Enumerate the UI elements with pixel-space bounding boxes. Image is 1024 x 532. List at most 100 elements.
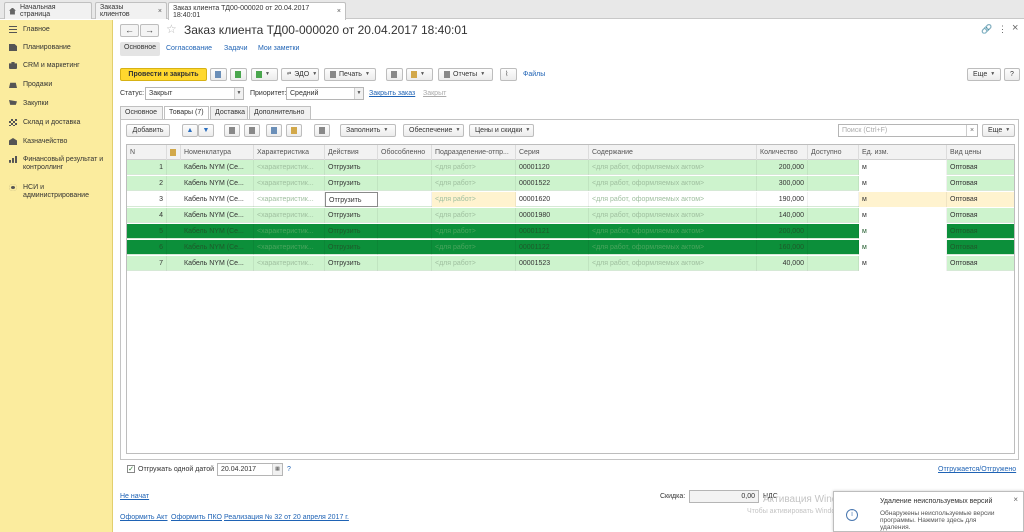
cell-characteristic[interactable]: <характеристик... <box>254 160 325 175</box>
favorite-star-icon[interactable]: ☆ <box>166 22 177 36</box>
cell-series[interactable]: 00001620 <box>516 192 589 207</box>
sidebar-item-admin[interactable]: НСИ и администрирование <box>0 184 100 200</box>
close-icon[interactable]: × <box>337 8 341 15</box>
tab-home[interactable]: Начальная страница <box>4 2 92 19</box>
cell-action[interactable]: Отгрузить <box>325 240 378 255</box>
cell-item[interactable]: Кабель NYM (Се... <box>181 160 254 175</box>
cell-separate[interactable] <box>378 208 432 223</box>
cell-content[interactable]: <для работ, оформляемых актом> <box>589 192 757 207</box>
column-separate[interactable]: Обособленно <box>378 145 432 160</box>
table-row[interactable]: 7 Кабель NYM (Се... <характеристик... Отгру… <box>127 256 1014 271</box>
edo-button[interactable]: ⇄ ЭДО ▼ <box>281 68 319 81</box>
move-down-button[interactable]: ▼ <box>198 124 214 137</box>
cell-available[interactable] <box>808 208 859 223</box>
cell-item[interactable]: Кабель NYM (Се... <box>181 240 254 255</box>
cell-item[interactable]: Кабель NYM (Се... <box>181 192 254 207</box>
cell-separate[interactable] <box>378 160 432 175</box>
cell-department[interactable]: <для работ> <box>432 240 516 255</box>
table-row[interactable]: 6 Кабель NYM (Се... <характеристик... Отгру… <box>127 240 1014 255</box>
cell-action[interactable]: Отгрузить <box>325 208 378 223</box>
barcode-button[interactable] <box>314 124 330 137</box>
column-actions[interactable]: Действия <box>325 145 378 160</box>
subnav-tasks[interactable]: Задачи <box>224 45 248 52</box>
sidebar-item-purchases[interactable]: Закупки <box>0 100 113 108</box>
table-row[interactable]: 4 Кабель NYM (Се... <характеристик... Отгру… <box>127 208 1014 223</box>
cell-department[interactable]: <для работ> <box>432 160 516 175</box>
tab-delivery[interactable]: Доставка <box>210 106 248 119</box>
select-button[interactable] <box>286 124 302 137</box>
table-row[interactable]: 2 Кабель NYM (Се... <характеристик... Отгру… <box>127 176 1014 191</box>
cell-department[interactable]: <для работ> <box>432 224 516 239</box>
add-button[interactable]: Добавить <box>126 124 170 137</box>
post-and-close-button[interactable]: Провести и закрыть <box>120 68 207 81</box>
copy-button[interactable] <box>224 124 240 137</box>
cell-content[interactable]: <для работ, оформляемых актом> <box>589 256 757 271</box>
cell-available[interactable] <box>808 240 859 255</box>
priority-select[interactable]: Средний ▼ <box>286 87 364 100</box>
column-flag[interactable] <box>167 145 181 160</box>
subnav-main[interactable]: Основное <box>120 42 161 56</box>
cell-series[interactable]: 00001120 <box>516 160 589 175</box>
cell-item[interactable]: Кабель NYM (Се... <box>181 208 254 223</box>
cell-quantity[interactable]: 40,000 <box>757 256 808 271</box>
cell-series[interactable]: 00001523 <box>516 256 589 271</box>
cell-quantity[interactable]: 200,000 <box>757 224 808 239</box>
cell-action[interactable]: Отгрузить <box>325 192 378 207</box>
cell-department[interactable]: <для работ> <box>432 256 516 271</box>
tab-goods[interactable]: Товары (7) <box>164 106 209 120</box>
cell-action[interactable]: Отгрузить <box>325 224 378 239</box>
ship-date-input[interactable]: 20.04.2017 ▦ <box>217 463 283 476</box>
print-button[interactable]: Печать ▼ <box>324 68 376 81</box>
cell-unit[interactable]: м <box>859 256 947 271</box>
cell-quantity[interactable]: 190,000 <box>757 192 808 207</box>
cell-characteristic[interactable]: <характеристик... <box>254 240 325 255</box>
close-icon[interactable]: × <box>158 8 162 15</box>
cell-n[interactable]: 4 <box>127 208 167 223</box>
cell-unit[interactable]: м <box>859 160 947 175</box>
help-button[interactable]: ? <box>1004 68 1020 81</box>
cell-characteristic[interactable]: <характеристик... <box>254 256 325 271</box>
create-based-button[interactable]: ▼ <box>251 68 278 81</box>
cell-series[interactable]: 00001122 <box>516 240 589 255</box>
files-link[interactable]: Файлы <box>523 71 545 78</box>
cell-price-type[interactable]: Оптовая <box>947 256 1014 271</box>
dropdown-icon[interactable]: ▼ <box>234 88 243 99</box>
cell-available[interactable] <box>808 224 859 239</box>
cell-separate[interactable] <box>378 176 432 191</box>
tab-order[interactable]: Заказ клиента ТД00-000020 от 20.04.2017 … <box>168 2 346 20</box>
cell-n[interactable]: 2 <box>127 176 167 191</box>
cell-department[interactable]: <для работ> <box>432 208 516 223</box>
cell-series[interactable]: 00001121 <box>516 224 589 239</box>
more-button[interactable]: Еще ▼ <box>967 68 1001 81</box>
cell-price-type[interactable]: Оптовая <box>947 208 1014 223</box>
sidebar-item-sales[interactable]: Продажи <box>0 81 113 89</box>
cell-unit[interactable]: м <box>859 240 947 255</box>
cell-item[interactable]: Кабель NYM (Се... <box>181 256 254 271</box>
forward-button[interactable]: → <box>140 24 159 37</box>
cell-quantity[interactable]: 200,000 <box>757 160 808 175</box>
cell-n[interactable]: 7 <box>127 256 167 271</box>
cell-item[interactable]: Кабель NYM (Се... <box>181 224 254 239</box>
subnav-approval[interactable]: Согласование <box>166 45 212 52</box>
close-window-icon[interactable]: × <box>1012 22 1018 34</box>
cell-characteristic[interactable]: <характеристик... <box>254 192 325 207</box>
attach-button[interactable]: ⌇ <box>500 68 517 81</box>
link-icon[interactable]: 🔗 <box>981 24 992 35</box>
column-content[interactable]: Содержание <box>589 145 757 160</box>
cell-available[interactable] <box>808 160 859 175</box>
cell-characteristic[interactable]: <характеристик... <box>254 208 325 223</box>
column-characteristic[interactable]: Характеристика <box>254 145 325 160</box>
column-item[interactable]: Номенклатура <box>181 145 254 160</box>
column-price-type[interactable]: Вид цены <box>947 145 1014 160</box>
column-quantity[interactable]: Количество <box>757 145 808 160</box>
cell-quantity[interactable]: 160,000 <box>757 240 808 255</box>
cell-content[interactable]: <для работ, оформляемых актом> <box>589 160 757 175</box>
create-act-link[interactable]: Оформить Акт <box>120 514 168 521</box>
sidebar-item-main[interactable]: Главное <box>0 26 113 34</box>
subnav-notes[interactable]: Мои заметки <box>258 45 299 52</box>
cell-separate[interactable] <box>378 192 432 207</box>
cell-n[interactable]: 1 <box>127 160 167 175</box>
cell-content[interactable]: <для работ, оформляемых актом> <box>589 176 757 191</box>
cell-unit[interactable]: м <box>859 176 947 191</box>
shipped-status-link[interactable]: Отгружается/Отгружено <box>938 466 1016 473</box>
